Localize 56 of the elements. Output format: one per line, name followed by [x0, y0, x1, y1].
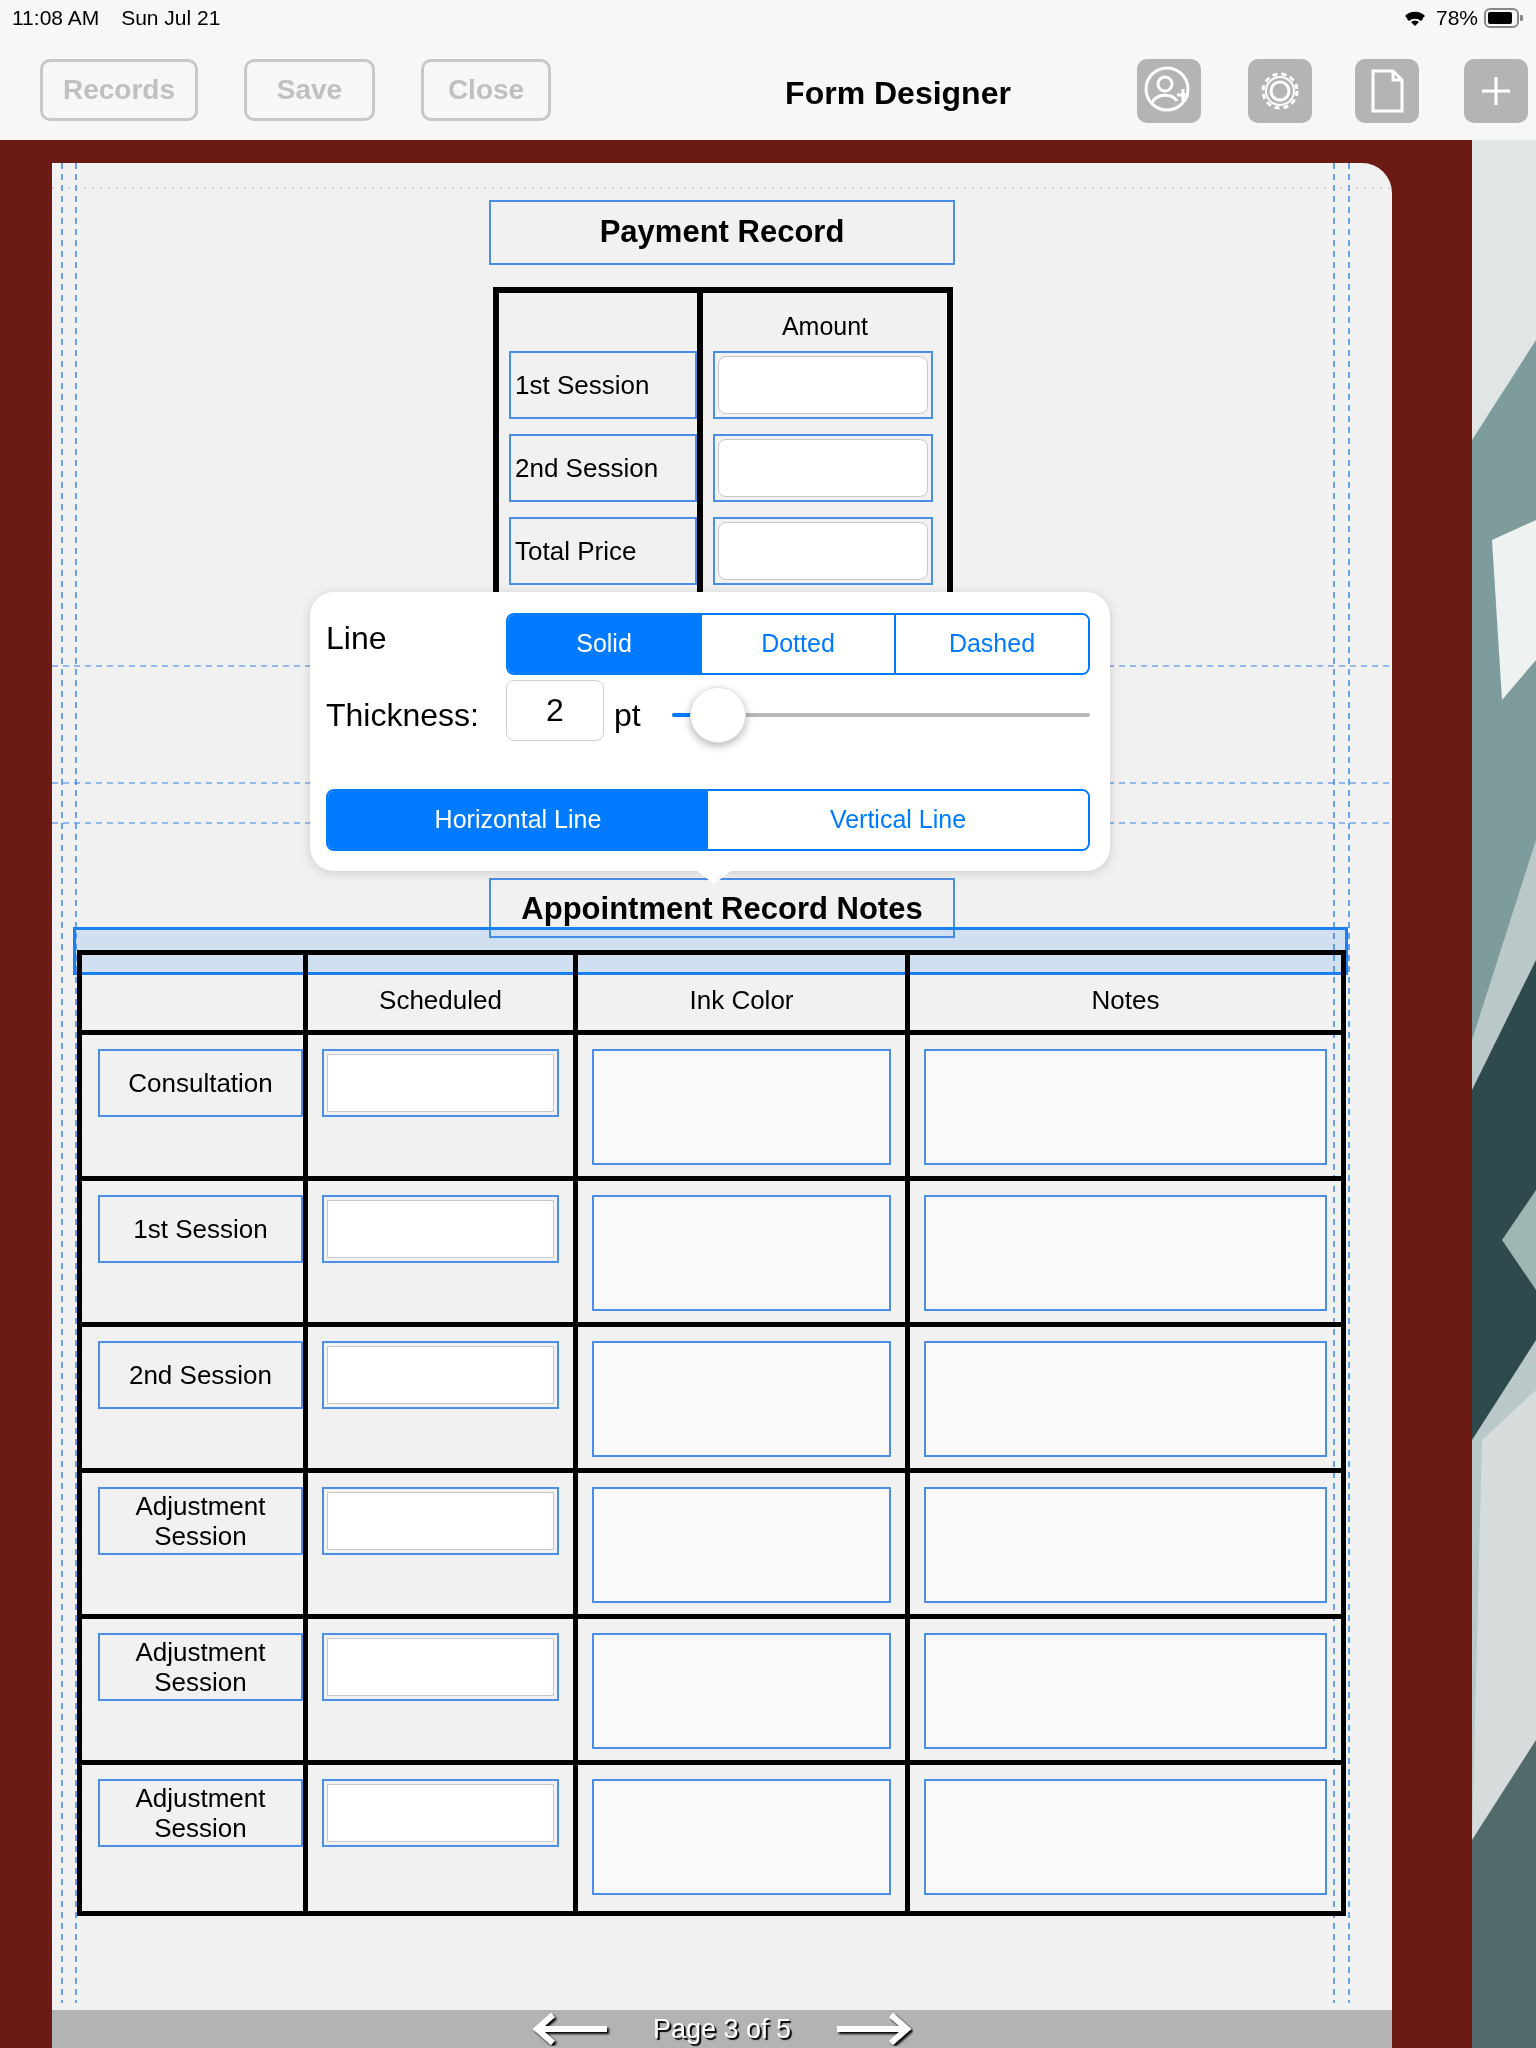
segment-tab[interactable]: Solid: [508, 615, 700, 673]
toolbar-button[interactable]: [1464, 59, 1528, 123]
status-date: Sun Jul 21: [121, 5, 221, 32]
text-area[interactable]: [924, 1049, 1327, 1165]
slider-thumb[interactable]: [689, 687, 746, 743]
input-field[interactable]: [718, 439, 928, 497]
text-area[interactable]: [592, 1049, 891, 1165]
form-title: Payment Record: [489, 200, 955, 265]
column-header: Scheduled: [379, 984, 502, 1017]
input-field[interactable]: [327, 1346, 554, 1404]
row-label: 1st Session: [509, 351, 697, 419]
line-label: Line: [326, 619, 387, 658]
input-field[interactable]: [718, 522, 928, 580]
page-indicator: Page 3 of 5: [652, 2012, 792, 2046]
text-area[interactable]: [592, 1633, 891, 1749]
form-title: Appointment Record Notes: [489, 878, 955, 938]
input-field[interactable]: [718, 356, 928, 414]
text-area[interactable]: [592, 1779, 891, 1895]
text-area[interactable]: [924, 1195, 1327, 1311]
row-label: Total Price: [509, 517, 697, 585]
text-area[interactable]: [592, 1195, 891, 1311]
toolbar-button[interactable]: [1355, 59, 1419, 123]
row-label: 2nd Session: [509, 434, 697, 502]
column-header: Ink Color: [689, 984, 794, 1017]
row-label: Consultation: [98, 1049, 303, 1117]
segment-tab[interactable]: Dashed: [894, 615, 1088, 673]
input-field[interactable]: [327, 1784, 554, 1842]
input-field[interactable]: [327, 1054, 554, 1112]
input-field[interactable]: [327, 1638, 554, 1696]
column-header: Amount: [780, 310, 870, 342]
battery-percent: 78%: [1435, 5, 1478, 32]
text-area[interactable]: [592, 1487, 891, 1603]
slider[interactable]: [672, 687, 1090, 743]
input-field[interactable]: [327, 1200, 554, 1258]
text-area[interactable]: [924, 1779, 1327, 1895]
selection-outline[interactable]: [73, 927, 1348, 975]
toolbar-button[interactable]: [1137, 59, 1201, 123]
text-area[interactable]: [924, 1341, 1327, 1457]
thickness-field[interactable]: 2: [506, 680, 604, 741]
text-area[interactable]: [924, 1487, 1327, 1603]
column-header: Notes: [1091, 984, 1160, 1017]
unit-label: pt: [614, 696, 641, 735]
row-label: Adjustment Session: [98, 1487, 303, 1555]
status-time: 11:08 AM: [12, 5, 100, 32]
text-area[interactable]: [924, 1633, 1327, 1749]
thickness-label: Thickness:: [326, 696, 479, 735]
row-label: 1st Session: [98, 1195, 303, 1263]
row-label: Adjustment Session: [98, 1633, 303, 1701]
segment-tab[interactable]: Horizontal Line: [328, 791, 708, 849]
window-title: Form Designer: [784, 74, 1012, 113]
toolbar-button[interactable]: [1248, 59, 1312, 123]
row-label: 2nd Session: [98, 1341, 303, 1409]
battery-icon: [1484, 7, 1524, 29]
row-label: Adjustment Session: [98, 1779, 303, 1847]
input-field[interactable]: [327, 1492, 554, 1550]
text-area[interactable]: [592, 1341, 891, 1457]
